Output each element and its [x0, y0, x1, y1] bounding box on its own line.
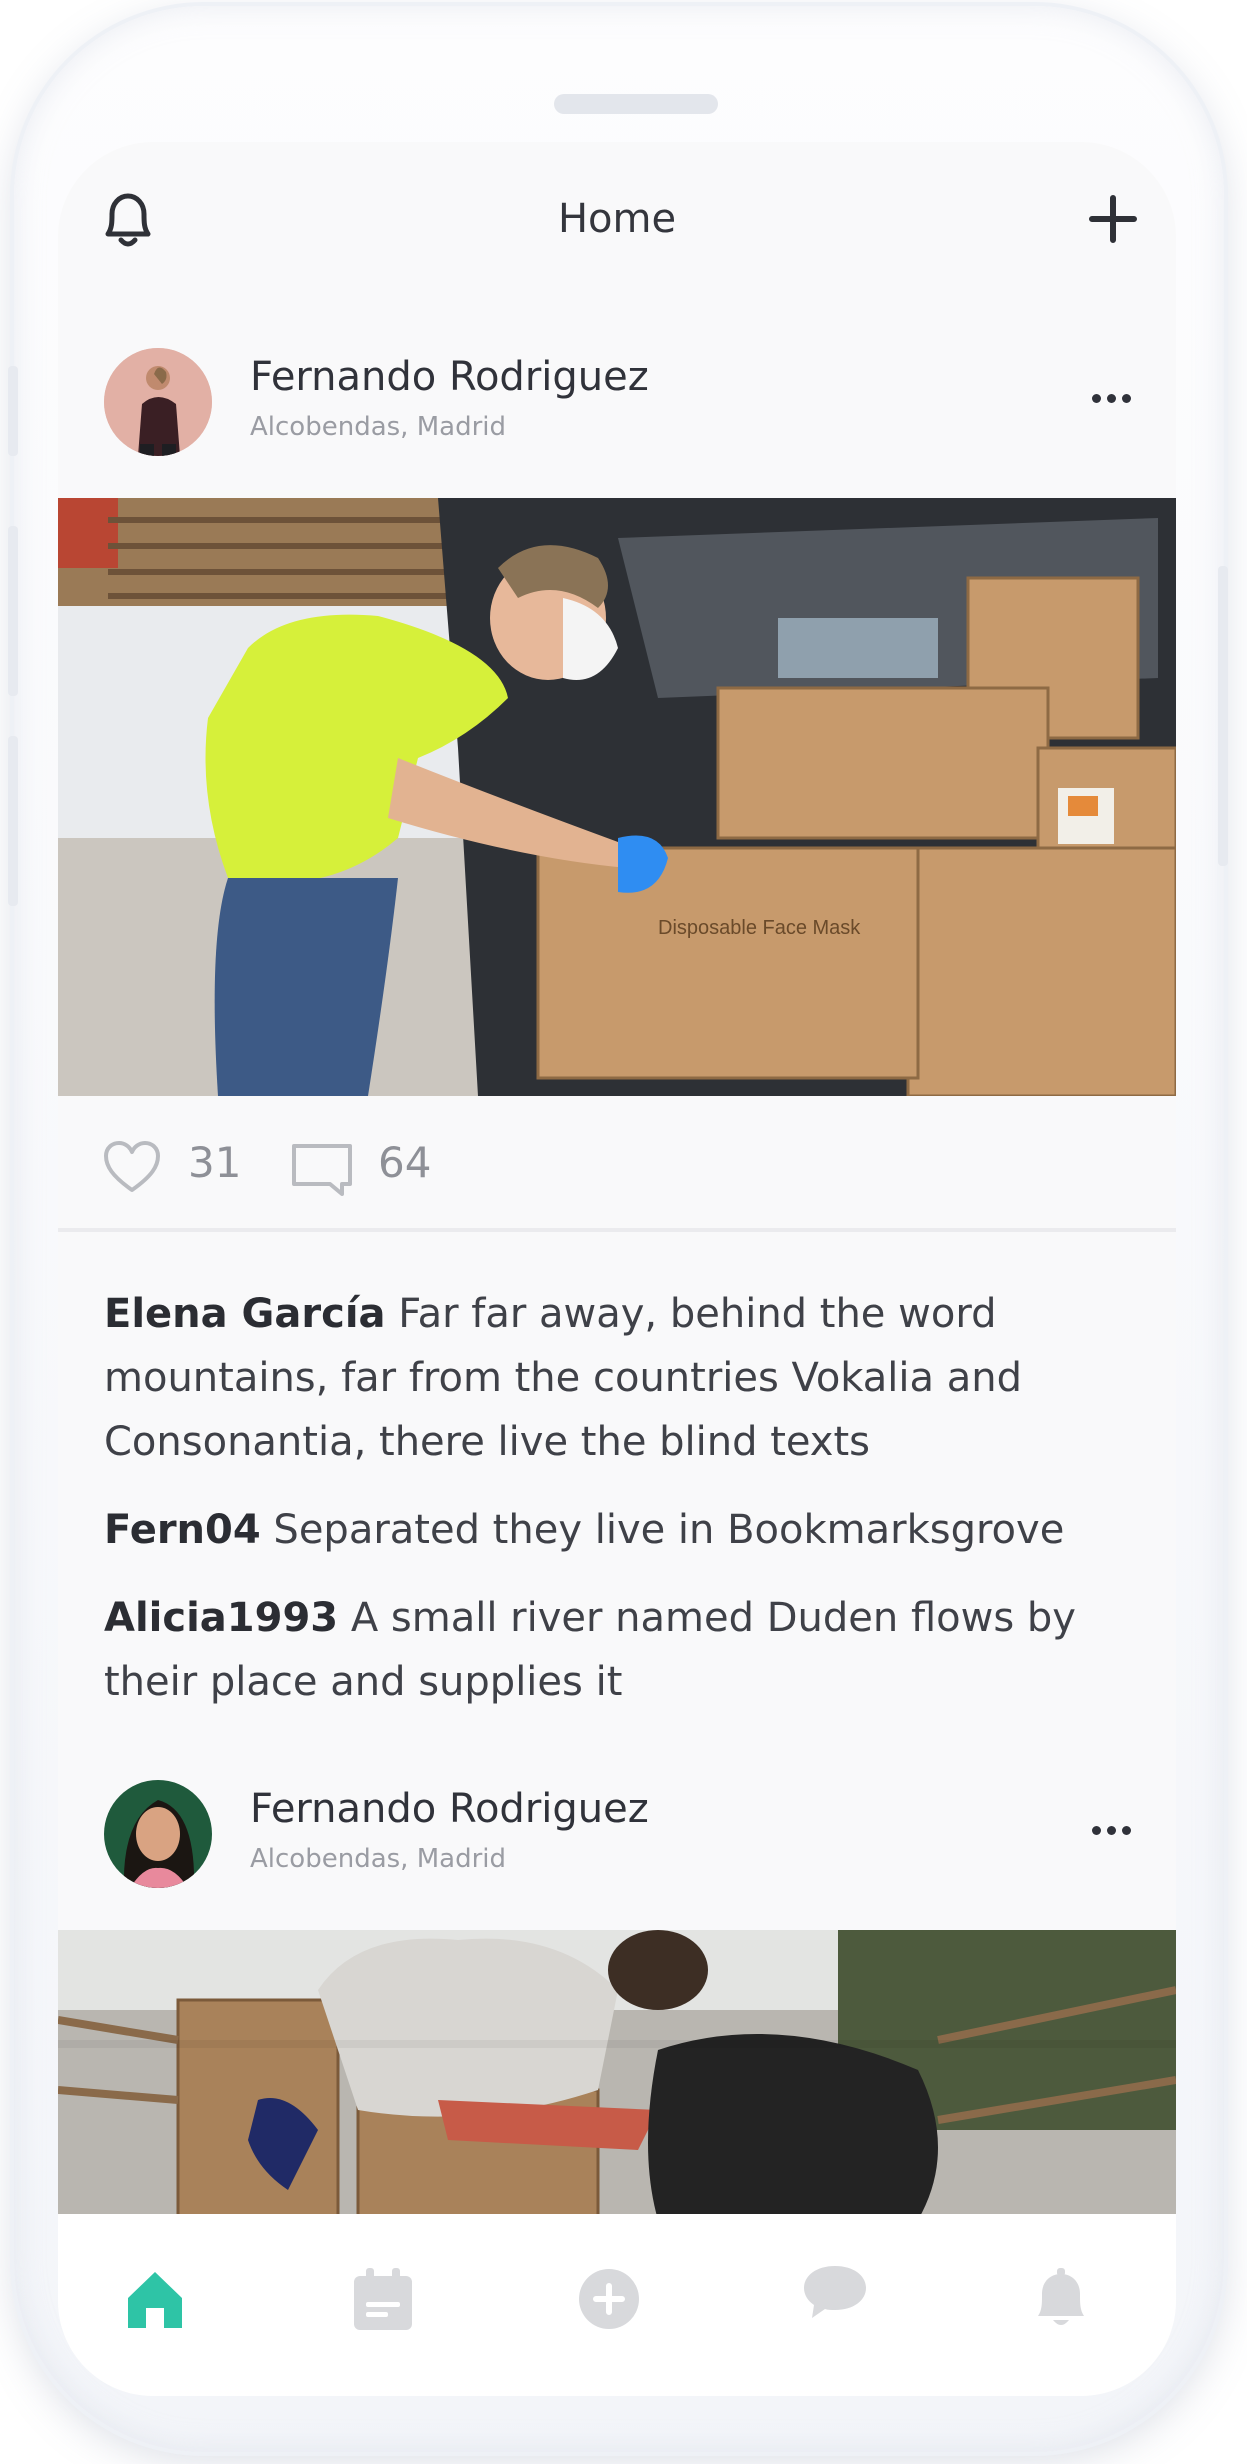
- post-photo[interactable]: Disposable Face Mask: [58, 498, 1176, 1096]
- post-photo[interactable]: [58, 1930, 1176, 2220]
- post-location: Alcobendas, Madrid: [250, 1844, 506, 1874]
- comment-item: Elena García Far far away, behind the wo…: [104, 1282, 1134, 1474]
- volume-down-button: [8, 736, 18, 906]
- post-author-name[interactable]: Fernando Rodriguez: [250, 354, 649, 400]
- avatar[interactable]: [104, 348, 212, 456]
- post-more-options-icon[interactable]: [1090, 1822, 1134, 1838]
- comment-username[interactable]: Alicia1993: [104, 1595, 338, 1641]
- app-screen: Home Fernando Rodriguez Alcobendas, Madr…: [58, 142, 1176, 2396]
- comment-item: Alicia1993 A small river named Duden flo…: [104, 1586, 1134, 1714]
- page-title: Home: [557, 196, 677, 242]
- box-label: Disposable Face Mask: [658, 917, 861, 939]
- bottom-tab-bar: [58, 2214, 1176, 2396]
- tab-calendar-icon[interactable]: [348, 2264, 418, 2334]
- comments-count: 64: [378, 1138, 432, 1187]
- post-author-name[interactable]: Fernando Rodriguez: [250, 1786, 649, 1832]
- likes-count: 31: [188, 1138, 242, 1187]
- add-post-icon[interactable]: [1088, 194, 1138, 244]
- speaker-grille: [554, 94, 718, 114]
- post-header: Fernando Rodriguez Alcobendas, Madrid: [58, 1772, 1176, 1892]
- divider: [58, 1228, 1176, 1232]
- comment-text: Separated they live in Bookmarksgrove: [273, 1507, 1065, 1553]
- tab-add-circle-icon[interactable]: [574, 2264, 644, 2334]
- comment-bubble-icon[interactable]: [290, 1142, 354, 1196]
- mute-switch: [8, 366, 18, 456]
- comment-username[interactable]: Fern04: [104, 1507, 261, 1553]
- post-header: Fernando Rodriguez Alcobendas, Madrid: [58, 340, 1176, 460]
- comment-item: Fern04 Separated they live in Bookmarksg…: [104, 1498, 1134, 1562]
- tab-bell-icon[interactable]: [1026, 2264, 1096, 2334]
- top-bar: Home: [58, 142, 1176, 300]
- avatar[interactable]: [104, 1780, 212, 1888]
- volume-up-button: [8, 526, 18, 696]
- comments-list: Elena García Far far away, behind the wo…: [104, 1282, 1134, 1738]
- tab-home-icon[interactable]: [120, 2264, 190, 2334]
- post-location: Alcobendas, Madrid: [250, 412, 506, 442]
- power-button: [1218, 566, 1228, 866]
- tab-chat-icon[interactable]: [800, 2258, 870, 2328]
- like-heart-icon[interactable]: [102, 1140, 162, 1194]
- post-more-options-icon[interactable]: [1090, 390, 1134, 406]
- comment-username[interactable]: Elena García: [104, 1291, 386, 1337]
